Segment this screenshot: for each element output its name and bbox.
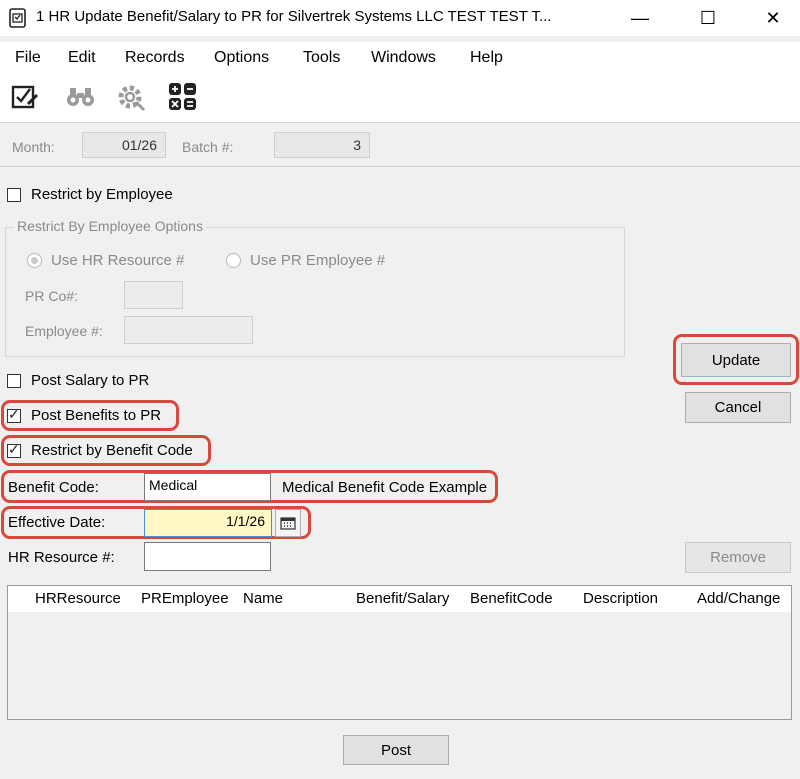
restrict-benefit-checkbox[interactable] xyxy=(7,441,21,458)
menu-records[interactable]: Records xyxy=(125,49,185,67)
menu-options[interactable]: Options xyxy=(214,49,269,67)
menu-tools[interactable]: Tools xyxy=(303,49,340,67)
app-icon xyxy=(9,8,26,28)
benefit-code-description: Medical Benefit Code Example xyxy=(282,479,488,496)
calculator-icon[interactable] xyxy=(168,82,198,112)
toolbar xyxy=(0,74,800,123)
month-field: 01/26 xyxy=(82,132,166,158)
col-benefit-salary[interactable]: Benefit/Salary xyxy=(356,590,449,607)
close-button[interactable]: ✕ xyxy=(750,0,796,36)
update-button[interactable]: Update xyxy=(681,343,791,377)
title-bar: 1 HR Update Benefit/Salary to PR for Sil… xyxy=(0,0,800,36)
hr-resource-input[interactable] xyxy=(144,542,271,571)
col-hrresource[interactable]: HRResource xyxy=(35,590,121,607)
grid-header: HRResource PREmployee Name Benefit/Salar… xyxy=(8,586,791,612)
use-hr-resource-radio[interactable] xyxy=(27,253,42,268)
remove-button[interactable]: Remove xyxy=(685,542,791,573)
use-hr-resource-label: Use HR Resource # xyxy=(51,252,185,269)
edit-checkbox-icon[interactable] xyxy=(10,82,40,112)
batch-field: 3 xyxy=(274,132,370,158)
col-name[interactable]: Name xyxy=(243,590,283,607)
employee-options-title: Restrict By Employee Options xyxy=(14,218,206,234)
menu-windows[interactable]: Windows xyxy=(371,49,436,67)
month-label: Month: xyxy=(12,139,55,155)
effective-date-input[interactable]: 1/1/26 xyxy=(144,509,272,537)
calendar-icon xyxy=(280,517,296,530)
menu-edit[interactable]: Edit xyxy=(68,49,96,67)
post-button[interactable]: Post xyxy=(343,735,449,765)
col-premployee[interactable]: PREmployee xyxy=(141,590,229,607)
prco-label: PR Co#: xyxy=(25,288,78,304)
prco-input[interactable] xyxy=(124,281,183,309)
restrict-benefit-label: Restrict by Benefit Code xyxy=(31,442,193,459)
post-benefits-label: Post Benefits to PR xyxy=(31,407,162,424)
post-salary-label: Post Salary to PR xyxy=(31,372,150,389)
col-description[interactable]: Description xyxy=(583,590,658,607)
use-pr-employee-radio[interactable] xyxy=(226,253,241,268)
post-salary-checkbox[interactable] xyxy=(7,374,21,388)
menu-bar: File Edit Records Options Tools Windows … xyxy=(0,42,800,74)
header-divider xyxy=(0,166,800,167)
use-pr-employee-label: Use PR Employee # xyxy=(250,252,386,269)
batch-label: Batch #: xyxy=(182,139,234,155)
hr-resource-label: HR Resource #: xyxy=(8,549,115,566)
restrict-employee-checkbox[interactable] xyxy=(7,188,21,202)
menu-help[interactable]: Help xyxy=(470,49,503,67)
employee-number-label: Employee #: xyxy=(25,323,103,339)
employee-number-input[interactable] xyxy=(124,316,253,344)
benefit-code-input[interactable]: Medical xyxy=(144,473,271,501)
maximize-button[interactable]: ☐ xyxy=(685,0,731,36)
binoculars-icon[interactable] xyxy=(65,84,97,110)
menu-file[interactable]: File xyxy=(15,49,41,67)
post-benefits-checkbox[interactable] xyxy=(7,406,21,423)
cancel-button[interactable]: Cancel xyxy=(685,392,791,423)
effective-date-label: Effective Date: xyxy=(8,514,106,531)
window-title: 1 HR Update Benefit/Salary to PR for Sil… xyxy=(36,8,552,25)
settings-icon[interactable] xyxy=(116,82,146,112)
col-benefitcode[interactable]: BenefitCode xyxy=(470,590,553,607)
calendar-button[interactable] xyxy=(275,509,301,537)
col-add-change[interactable]: Add/Change xyxy=(697,590,780,607)
benefit-code-label: Benefit Code: xyxy=(8,479,99,496)
restrict-employee-label: Restrict by Employee xyxy=(31,186,173,203)
minimize-button[interactable]: — xyxy=(617,0,663,36)
